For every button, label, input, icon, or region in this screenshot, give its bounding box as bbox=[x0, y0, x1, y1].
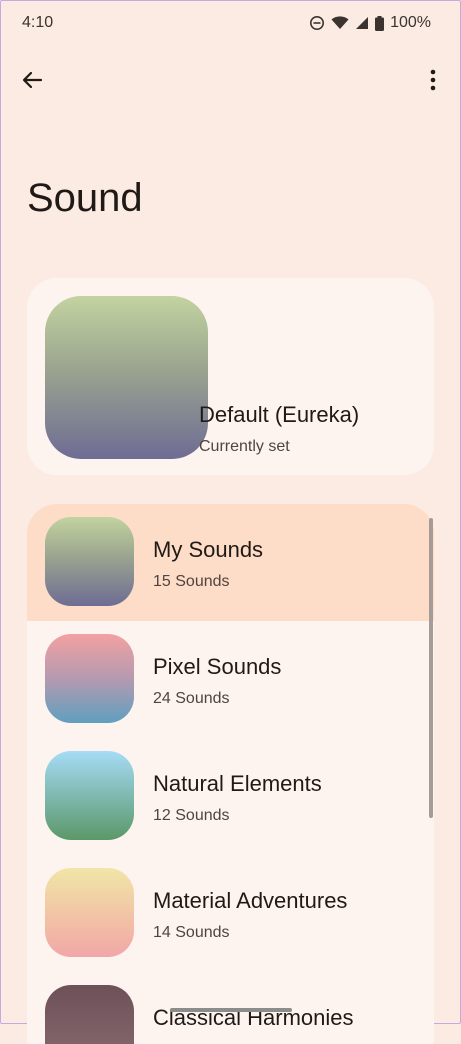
current-sound-name: Default (Eureka) bbox=[199, 402, 360, 427]
category-name: Pixel Sounds bbox=[153, 654, 282, 679]
back-button[interactable] bbox=[14, 64, 50, 100]
category-name: Material Adventures bbox=[153, 888, 348, 913]
category-item-pixel-sounds[interactable]: Pixel Sounds 24 Sounds bbox=[27, 621, 434, 738]
category-count: 14 Sounds bbox=[153, 924, 230, 941]
page-title: Sound bbox=[27, 176, 143, 220]
status-bar: 4:10 100% bbox=[0, 0, 461, 52]
category-item-material-adventures[interactable]: Material Adventures 14 Sounds bbox=[27, 855, 434, 972]
category-thumbnail bbox=[45, 751, 134, 840]
gesture-navigation-bar[interactable] bbox=[170, 1008, 292, 1012]
more-vert-icon bbox=[430, 69, 436, 96]
category-count: 15 Sounds bbox=[153, 573, 230, 590]
category-thumbnail bbox=[45, 868, 134, 957]
category-name: Natural Elements bbox=[153, 771, 322, 796]
scrollbar[interactable] bbox=[429, 518, 433, 818]
current-sound-artwork bbox=[45, 296, 208, 459]
category-item-my-sounds[interactable]: My Sounds 15 Sounds bbox=[27, 504, 434, 621]
category-thumbnail bbox=[45, 634, 134, 723]
arrow-back-icon bbox=[21, 69, 43, 96]
category-thumbnail bbox=[45, 517, 134, 606]
category-name: My Sounds bbox=[153, 537, 264, 562]
battery-percent: 100% bbox=[390, 14, 431, 31]
status-time: 4:10 bbox=[22, 14, 54, 31]
category-thumbnail bbox=[45, 985, 134, 1044]
category-item-natural-elements[interactable]: Natural Elements 12 Sounds bbox=[27, 738, 434, 855]
status-icons: 100% bbox=[309, 14, 431, 32]
wifi-icon bbox=[331, 16, 349, 30]
category-count: 12 Sounds bbox=[153, 807, 230, 824]
cell-signal-icon bbox=[355, 16, 369, 30]
more-options-button[interactable] bbox=[415, 64, 451, 100]
category-list: My Sounds 15 Sounds Pixel Sounds 24 Soun… bbox=[27, 504, 434, 1044]
battery-icon bbox=[375, 15, 385, 31]
do-not-disturb-icon bbox=[309, 15, 325, 31]
current-sound-status: Currently set bbox=[199, 438, 290, 455]
category-count: 24 Sounds bbox=[153, 690, 230, 707]
